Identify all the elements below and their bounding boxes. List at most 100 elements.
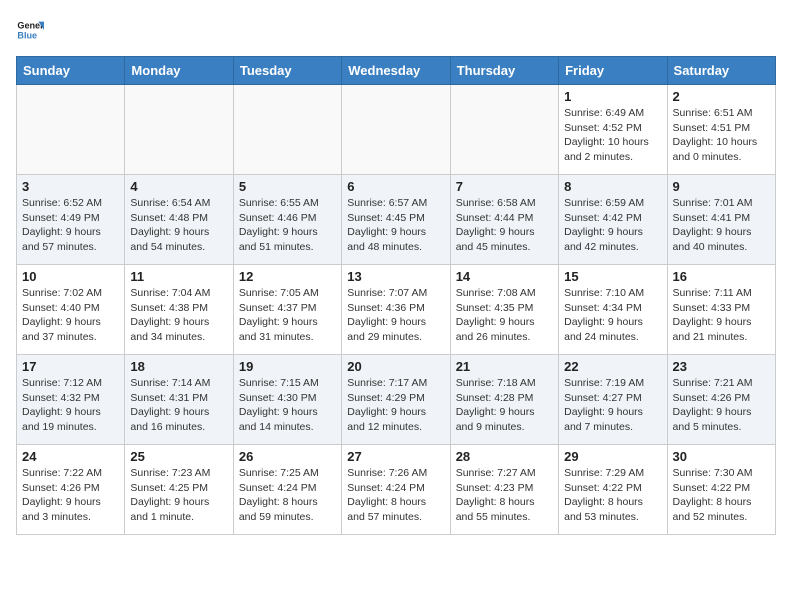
calendar-day-cell: 23 Sunrise: 7:21 AM Sunset: 4:26 PM Dayli… — [667, 355, 775, 445]
day-number: 8 — [564, 179, 661, 194]
day-number: 20 — [347, 359, 444, 374]
day-number: 13 — [347, 269, 444, 284]
day-number: 15 — [564, 269, 661, 284]
day-info: Sunrise: 6:55 AM Sunset: 4:46 PM Dayligh… — [239, 196, 336, 255]
calendar-day-cell: 13 Sunrise: 7:07 AM Sunset: 4:36 PM Dayli… — [342, 265, 450, 355]
day-info: Sunrise: 7:29 AM Sunset: 4:22 PM Dayligh… — [564, 466, 661, 525]
day-number: 1 — [564, 89, 661, 104]
calendar-week-row: 1 Sunrise: 6:49 AM Sunset: 4:52 PM Daylig… — [17, 85, 776, 175]
weekday-header: Friday — [559, 57, 667, 85]
calendar-day-cell: 24 Sunrise: 7:22 AM Sunset: 4:26 PM Dayli… — [17, 445, 125, 535]
day-number: 17 — [22, 359, 119, 374]
day-info: Sunrise: 7:22 AM Sunset: 4:26 PM Dayligh… — [22, 466, 119, 525]
day-info: Sunrise: 6:49 AM Sunset: 4:52 PM Dayligh… — [564, 106, 661, 165]
calendar-table: SundayMondayTuesdayWednesdayThursdayFrid… — [16, 56, 776, 535]
weekday-header: Sunday — [17, 57, 125, 85]
day-number: 24 — [22, 449, 119, 464]
day-number: 5 — [239, 179, 336, 194]
calendar-day-cell — [450, 85, 558, 175]
calendar-day-cell: 26 Sunrise: 7:25 AM Sunset: 4:24 PM Dayli… — [233, 445, 341, 535]
calendar-day-cell: 14 Sunrise: 7:08 AM Sunset: 4:35 PM Dayli… — [450, 265, 558, 355]
day-info: Sunrise: 6:58 AM Sunset: 4:44 PM Dayligh… — [456, 196, 553, 255]
calendar-day-cell: 4 Sunrise: 6:54 AM Sunset: 4:48 PM Daylig… — [125, 175, 233, 265]
day-info: Sunrise: 7:23 AM Sunset: 4:25 PM Dayligh… — [130, 466, 227, 525]
day-number: 22 — [564, 359, 661, 374]
svg-text:Blue: Blue — [17, 30, 37, 40]
day-number: 7 — [456, 179, 553, 194]
day-info: Sunrise: 7:15 AM Sunset: 4:30 PM Dayligh… — [239, 376, 336, 435]
day-number: 4 — [130, 179, 227, 194]
day-info: Sunrise: 7:01 AM Sunset: 4:41 PM Dayligh… — [673, 196, 770, 255]
calendar-day-cell: 6Sunrise: 6:57 AM Sunset: 4:45 PM Daylig… — [342, 175, 450, 265]
day-info: Sunrise: 7:18 AM Sunset: 4:28 PM Dayligh… — [456, 376, 553, 435]
calendar-week-row: 3Sunrise: 6:52 AM Sunset: 4:49 PM Daylig… — [17, 175, 776, 265]
day-number: 10 — [22, 269, 119, 284]
weekday-header: Saturday — [667, 57, 775, 85]
calendar-day-cell: 2 Sunrise: 6:51 AM Sunset: 4:51 PM Daylig… — [667, 85, 775, 175]
day-number: 19 — [239, 359, 336, 374]
day-info: Sunrise: 6:51 AM Sunset: 4:51 PM Dayligh… — [673, 106, 770, 165]
weekday-header: Tuesday — [233, 57, 341, 85]
calendar-day-cell: 3Sunrise: 6:52 AM Sunset: 4:49 PM Daylig… — [17, 175, 125, 265]
day-number: 27 — [347, 449, 444, 464]
calendar-day-cell — [125, 85, 233, 175]
calendar-day-cell: 5 Sunrise: 6:55 AM Sunset: 4:46 PM Daylig… — [233, 175, 341, 265]
day-info: Sunrise: 7:05 AM Sunset: 4:37 PM Dayligh… — [239, 286, 336, 345]
day-info: Sunrise: 7:02 AM Sunset: 4:40 PM Dayligh… — [22, 286, 119, 345]
calendar-day-cell: 28 Sunrise: 7:27 AM Sunset: 4:23 PM Dayli… — [450, 445, 558, 535]
calendar-day-cell: 21 Sunrise: 7:18 AM Sunset: 4:28 PM Dayli… — [450, 355, 558, 445]
logo: General Blue — [16, 16, 44, 44]
day-number: 30 — [673, 449, 770, 464]
day-number: 6 — [347, 179, 444, 194]
day-info: Sunrise: 7:11 AM Sunset: 4:33 PM Dayligh… — [673, 286, 770, 345]
day-number: 16 — [673, 269, 770, 284]
logo-icon: General Blue — [16, 16, 44, 44]
day-info: Sunrise: 7:07 AM Sunset: 4:36 PM Dayligh… — [347, 286, 444, 345]
calendar-day-cell — [17, 85, 125, 175]
day-info: Sunrise: 7:08 AM Sunset: 4:35 PM Dayligh… — [456, 286, 553, 345]
day-number: 9 — [673, 179, 770, 194]
calendar-day-cell: 19 Sunrise: 7:15 AM Sunset: 4:30 PM Dayli… — [233, 355, 341, 445]
calendar-day-cell — [342, 85, 450, 175]
day-number: 14 — [456, 269, 553, 284]
day-info: Sunrise: 6:59 AM Sunset: 4:42 PM Dayligh… — [564, 196, 661, 255]
weekday-header: Monday — [125, 57, 233, 85]
calendar-week-row: 24 Sunrise: 7:22 AM Sunset: 4:26 PM Dayli… — [17, 445, 776, 535]
calendar-day-cell: 30Sunrise: 7:30 AM Sunset: 4:22 PM Dayli… — [667, 445, 775, 535]
calendar-day-cell: 20 Sunrise: 7:17 AM Sunset: 4:29 PM Dayli… — [342, 355, 450, 445]
day-number: 2 — [673, 89, 770, 104]
day-number: 21 — [456, 359, 553, 374]
calendar-day-cell: 22Sunrise: 7:19 AM Sunset: 4:27 PM Dayli… — [559, 355, 667, 445]
day-info: Sunrise: 7:21 AM Sunset: 4:26 PM Dayligh… — [673, 376, 770, 435]
day-info: Sunrise: 7:26 AM Sunset: 4:24 PM Dayligh… — [347, 466, 444, 525]
day-info: Sunrise: 7:04 AM Sunset: 4:38 PM Dayligh… — [130, 286, 227, 345]
day-number: 26 — [239, 449, 336, 464]
day-info: Sunrise: 7:25 AM Sunset: 4:24 PM Dayligh… — [239, 466, 336, 525]
day-number: 29 — [564, 449, 661, 464]
calendar-day-cell: 8 Sunrise: 6:59 AM Sunset: 4:42 PM Daylig… — [559, 175, 667, 265]
calendar-day-cell: 17Sunrise: 7:12 AM Sunset: 4:32 PM Dayli… — [17, 355, 125, 445]
day-info: Sunrise: 6:52 AM Sunset: 4:49 PM Dayligh… — [22, 196, 119, 255]
calendar-day-cell: 15 Sunrise: 7:10 AM Sunset: 4:34 PM Dayli… — [559, 265, 667, 355]
calendar-day-cell: 16 Sunrise: 7:11 AM Sunset: 4:33 PM Dayli… — [667, 265, 775, 355]
day-info: Sunrise: 7:10 AM Sunset: 4:34 PM Dayligh… — [564, 286, 661, 345]
day-number: 23 — [673, 359, 770, 374]
calendar-day-cell: 18 Sunrise: 7:14 AM Sunset: 4:31 PM Dayli… — [125, 355, 233, 445]
calendar-day-cell: 11Sunrise: 7:04 AM Sunset: 4:38 PM Dayli… — [125, 265, 233, 355]
calendar-week-row: 17Sunrise: 7:12 AM Sunset: 4:32 PM Dayli… — [17, 355, 776, 445]
calendar-day-cell: 12 Sunrise: 7:05 AM Sunset: 4:37 PM Dayli… — [233, 265, 341, 355]
day-info: Sunrise: 7:14 AM Sunset: 4:31 PM Dayligh… — [130, 376, 227, 435]
calendar-day-cell: 25 Sunrise: 7:23 AM Sunset: 4:25 PM Dayli… — [125, 445, 233, 535]
weekday-header: Wednesday — [342, 57, 450, 85]
calendar-day-cell: 7 Sunrise: 6:58 AM Sunset: 4:44 PM Daylig… — [450, 175, 558, 265]
day-number: 25 — [130, 449, 227, 464]
weekday-header: Thursday — [450, 57, 558, 85]
day-info: Sunrise: 6:54 AM Sunset: 4:48 PM Dayligh… — [130, 196, 227, 255]
day-number: 28 — [456, 449, 553, 464]
day-info: Sunrise: 7:17 AM Sunset: 4:29 PM Dayligh… — [347, 376, 444, 435]
page-header: General Blue — [16, 16, 776, 44]
day-number: 12 — [239, 269, 336, 284]
calendar-day-cell: 9 Sunrise: 7:01 AM Sunset: 4:41 PM Daylig… — [667, 175, 775, 265]
day-info: Sunrise: 7:27 AM Sunset: 4:23 PM Dayligh… — [456, 466, 553, 525]
day-number: 18 — [130, 359, 227, 374]
